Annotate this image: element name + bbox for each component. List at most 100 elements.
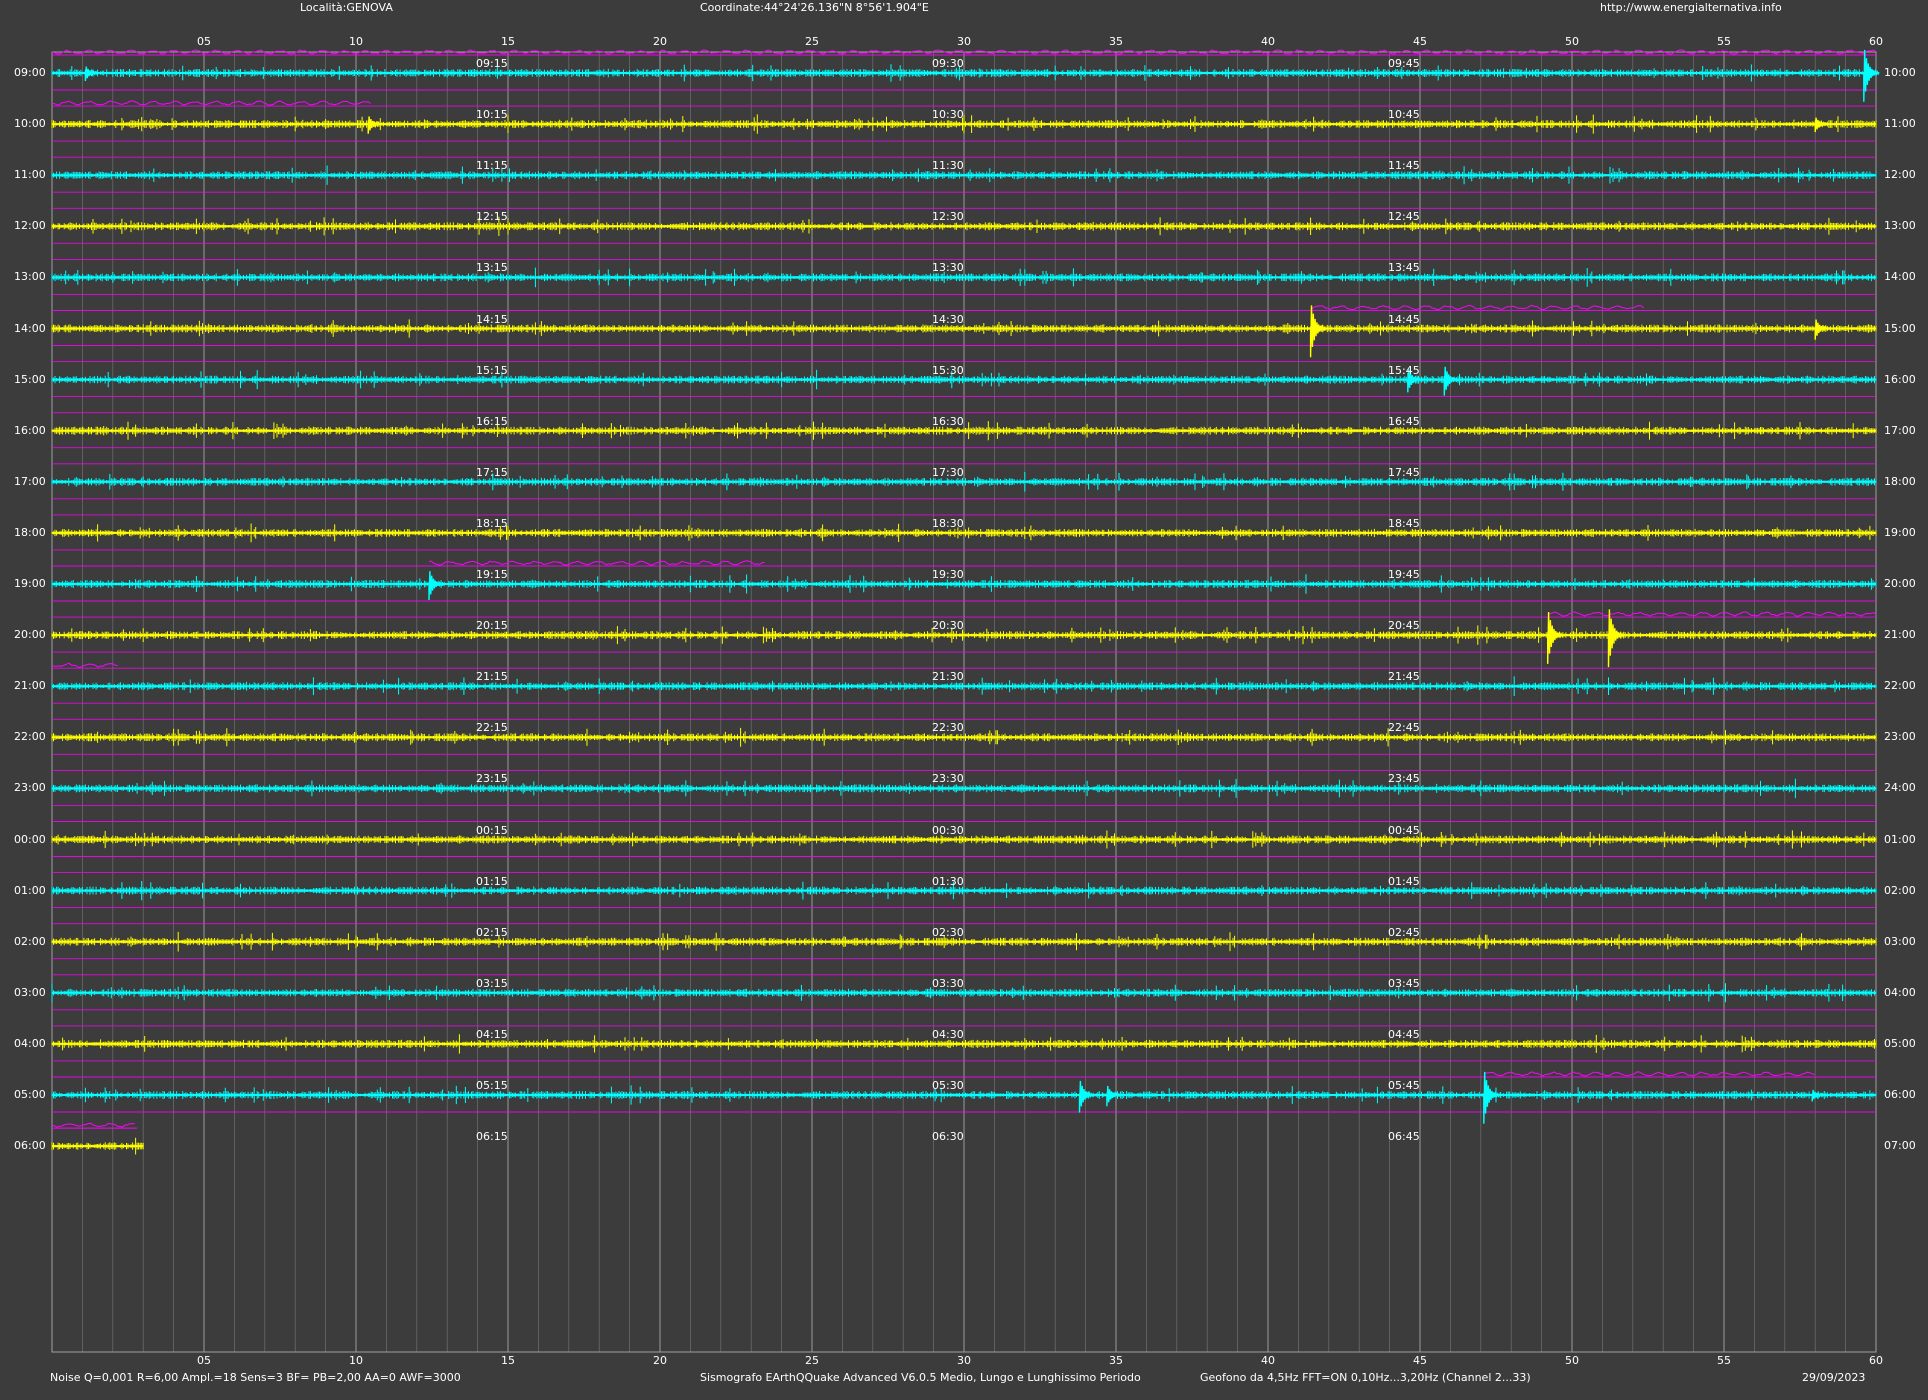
- quarter-hour-label: 13:30: [932, 261, 964, 275]
- x-tick-label-bottom: 50: [1565, 1354, 1579, 1367]
- row-hour-label-right: 23:00: [1884, 730, 1916, 744]
- x-tick-label-top: 40: [1261, 35, 1275, 48]
- quarter-hour-label: 17:15: [476, 465, 508, 479]
- row-hour-label-right: 24:00: [1884, 781, 1916, 795]
- magenta-trace-segment: [1483, 1071, 1815, 1077]
- x-tick-label-top: 05: [197, 35, 211, 48]
- row-hour-label-right: 02:00: [1884, 883, 1916, 897]
- quarter-hour-label: 23:30: [932, 772, 964, 786]
- row-hour-label-left: 15:00: [14, 372, 46, 386]
- seismic-event: [1483, 1071, 1500, 1124]
- row-hour-label-right: 06:00: [1884, 1088, 1916, 1101]
- row-hour-label-left: 11:00: [14, 168, 46, 182]
- row-hour-label-left: 18:00: [14, 525, 46, 539]
- x-tick-label-bottom: 35: [1109, 1354, 1123, 1367]
- magenta-trace-segment: [51, 100, 371, 106]
- row-hour-label-right: 21:00: [1884, 628, 1916, 642]
- quarter-hour-label: 16:15: [476, 414, 508, 428]
- row-hour-label-right: 14:00: [1884, 270, 1916, 284]
- row-hour-label-left: 05:00: [14, 1088, 46, 1101]
- row-hour-label-left: 09:00: [14, 66, 46, 79]
- row-hour-label-left: 06:00: [14, 1139, 46, 1153]
- quarter-hour-label: 21:45: [1388, 670, 1420, 684]
- quarter-hour-label: 10:45: [1388, 108, 1420, 122]
- row-hour-label-left: 01:00: [14, 883, 46, 897]
- seismic-event: [1309, 305, 1327, 358]
- quarter-hour-label: 04:45: [1388, 1027, 1420, 1041]
- quarter-hour-label: 18:45: [1388, 516, 1420, 530]
- quarter-hour-label: 01:30: [932, 874, 964, 888]
- row-hour-label-right: 18:00: [1884, 474, 1916, 488]
- x-tick-label-bottom: 60: [1869, 1354, 1883, 1367]
- x-tick-label-bottom: 10: [349, 1354, 363, 1367]
- row-hour-label-right: 19:00: [1884, 525, 1916, 539]
- row-hour-label-right: 04:00: [1884, 985, 1916, 999]
- x-tick-label-bottom: 25: [805, 1354, 819, 1367]
- x-tick-label-top: 35: [1109, 35, 1123, 48]
- quarter-hour-label: 09:45: [1388, 57, 1420, 70]
- quarter-hour-label: 09:30: [932, 57, 964, 70]
- row-hour-label-right: 16:00: [1884, 372, 1916, 386]
- quarter-hour-label: 03:45: [1388, 976, 1420, 990]
- seismic-event: [1443, 366, 1461, 396]
- row-hour-label-left: 13:00: [14, 270, 46, 284]
- seismic-event: [1811, 1089, 1828, 1102]
- row-hour-label-left: 17:00: [14, 474, 46, 488]
- row-hour-label-right: 07:00: [1884, 1139, 1916, 1153]
- x-tick-label-top: 10: [349, 35, 363, 48]
- row-hour-label-right: 15:00: [1884, 321, 1916, 335]
- x-tick-label-bottom: 30: [957, 1354, 971, 1367]
- seismogram-chart: [51, 49, 1880, 1353]
- quarter-hour-label: 21:30: [932, 670, 964, 684]
- seismic-event: [428, 571, 445, 601]
- quarter-hour-label: 13:15: [476, 261, 508, 275]
- quarter-hour-label: 02:15: [476, 925, 508, 939]
- quarter-hour-label: 19:15: [476, 568, 508, 581]
- quarter-hour-label: 10:15: [476, 108, 508, 122]
- quarter-hour-label: 19:30: [932, 568, 964, 581]
- row-hour-label-left: 22:00: [14, 730, 46, 744]
- quarter-hour-label: 15:30: [932, 363, 964, 377]
- quarter-hour-label: 01:15: [476, 874, 508, 888]
- seismic-event: [367, 116, 384, 134]
- row-hour-label-left: 16:00: [14, 423, 46, 437]
- quarter-hour-label: 03:15: [476, 976, 508, 990]
- quarter-hour-label: 05:45: [1388, 1079, 1420, 1092]
- row-hour-label-left: 21:00: [14, 679, 46, 693]
- quarter-hour-label: 23:15: [476, 772, 508, 786]
- quarter-hour-label: 15:45: [1388, 363, 1420, 377]
- x-tick-label-bottom: 05: [197, 1354, 211, 1367]
- x-tick-label-top: 60: [1869, 35, 1883, 48]
- x-tick-label-bottom: 40: [1261, 1354, 1275, 1367]
- seismic-event: [1863, 49, 1880, 102]
- x-tick-label-bottom: 15: [501, 1354, 515, 1367]
- x-tick-label-top: 45: [1413, 35, 1427, 48]
- quarter-hour-label: 01:45: [1388, 874, 1420, 888]
- row-hour-label-left: 14:00: [14, 321, 46, 335]
- x-tick-label-bottom: 20: [653, 1354, 667, 1367]
- quarter-hour-label: 16:45: [1388, 414, 1420, 428]
- magenta-trace-segment: [428, 560, 765, 566]
- seismic-event: [84, 66, 101, 82]
- quarter-hour-label: 18:15: [476, 516, 508, 530]
- quarter-hour-label: 11:15: [476, 159, 508, 173]
- x-tick-label-top: 30: [957, 35, 971, 48]
- row-hour-label-left: 02:00: [14, 934, 46, 948]
- quarter-hour-label: 12:15: [476, 210, 508, 224]
- quarter-hour-label: 22:30: [932, 721, 964, 735]
- magenta-trace-segment: [51, 662, 118, 668]
- parameters-label: Noise Q=0,001 R=6,00 Ampl.=18 Sens=3 BF=…: [50, 1371, 461, 1384]
- quarter-hour-label: 05:15: [476, 1079, 508, 1092]
- seismic-event: [1078, 1080, 1096, 1113]
- quarter-hour-label: 04:30: [932, 1027, 964, 1041]
- x-tick-label-bottom: 45: [1413, 1354, 1427, 1367]
- row-hour-label-right: 05:00: [1884, 1036, 1916, 1050]
- row-hour-label-left: 04:00: [14, 1036, 46, 1050]
- quarter-hour-label: 04:15: [476, 1027, 508, 1041]
- row-hour-label-right: 22:00: [1884, 679, 1916, 693]
- row-hour-label-left: 23:00: [14, 781, 46, 795]
- website-link[interactable]: http://www.energialternativa.info: [1600, 1, 1782, 14]
- quarter-hour-label: 17:45: [1388, 465, 1420, 479]
- quarter-hour-label: 00:45: [1388, 823, 1420, 837]
- quarter-hour-label: 22:45: [1388, 721, 1420, 735]
